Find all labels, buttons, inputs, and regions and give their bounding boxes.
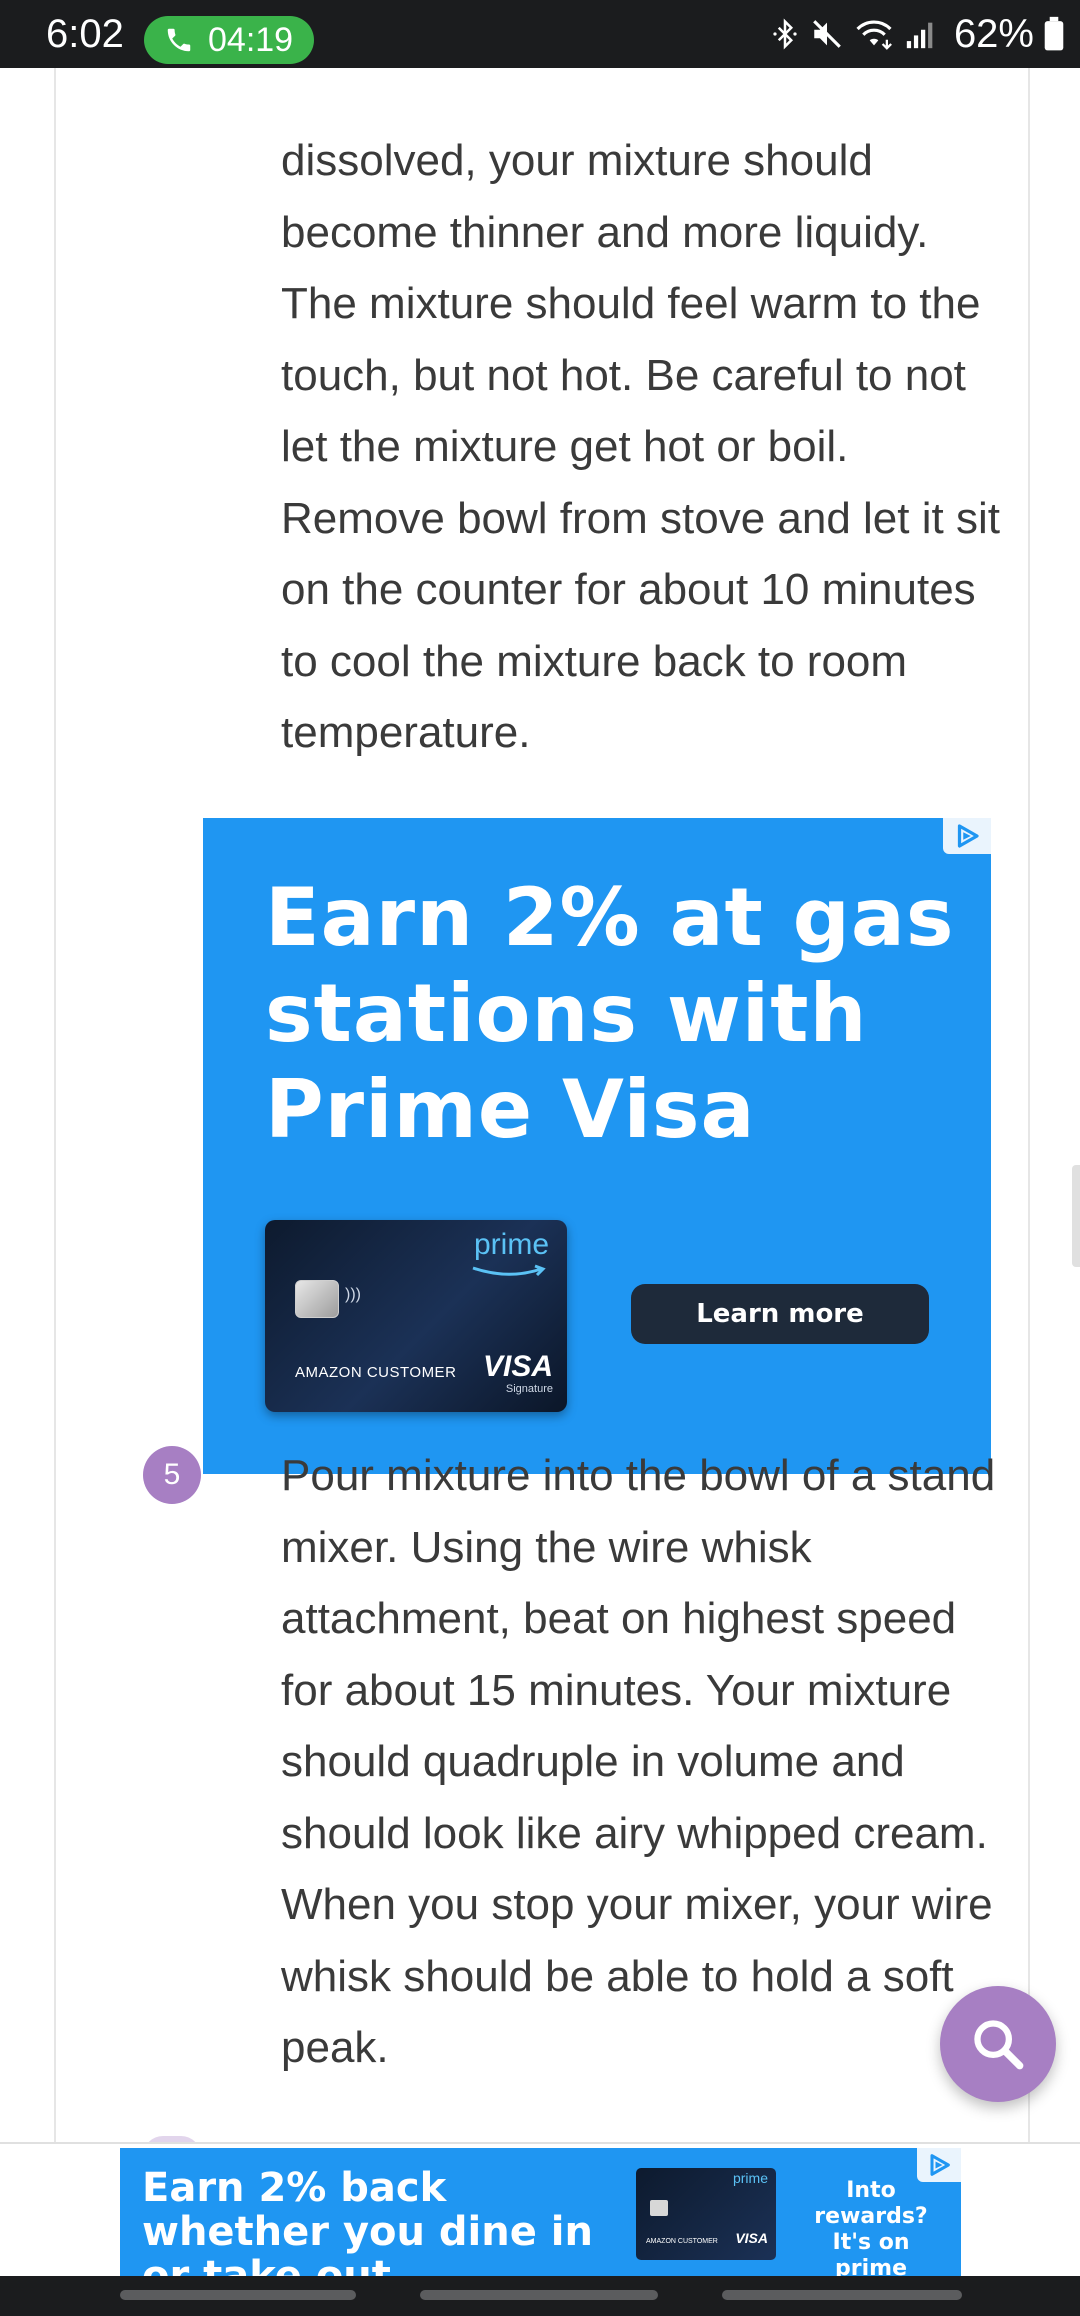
card-chip-icon xyxy=(295,1280,339,1318)
ad-headline: Earn 2% at gas stations with Prime Visa xyxy=(265,871,955,1156)
sticky-ad-tagline: Into rewards? It's on prime xyxy=(796,2178,946,2276)
sticky-ad-headline: Earn 2% back whether you dine in or take… xyxy=(142,2165,593,2276)
nav-recents-button[interactable] xyxy=(120,2290,356,2300)
contactless-icon: ))) xyxy=(345,1286,361,1303)
card-tier: Signature xyxy=(505,1383,553,1395)
search-icon xyxy=(974,2020,1024,2070)
sticky-prime-visa-ad[interactable]: Earn 2% back whether you dine in or take… xyxy=(120,2148,961,2276)
signal-icon xyxy=(906,22,933,49)
status-bar: 6:02 04:19 62% xyxy=(0,0,1080,68)
search-fab-button[interactable] xyxy=(940,1986,1056,2102)
learn-more-button[interactable]: Learn more xyxy=(631,1284,929,1344)
amazon-smile-icon xyxy=(472,1264,546,1277)
edge-panel-handle[interactable] xyxy=(1072,1165,1080,1267)
wifi-icon xyxy=(856,20,892,50)
card-network: VISA xyxy=(482,1350,553,1383)
nav-back-button[interactable] xyxy=(722,2290,962,2300)
card-holder-name: AMAZON CUSTOMER xyxy=(295,1364,457,1381)
nav-home-button[interactable] xyxy=(420,2290,658,2300)
sticky-tagline-2: It's on prime xyxy=(832,2230,910,2276)
sticky-adchoices-icon[interactable] xyxy=(917,2148,961,2182)
battery-percent: 62% xyxy=(953,11,1034,56)
battery-icon xyxy=(1044,16,1064,51)
step-4-text: dissolved, your mixture should become th… xyxy=(281,136,1000,757)
card-brand: prime xyxy=(473,1228,549,1261)
status-icons: 62% xyxy=(770,10,1064,58)
step-number-badge: 5 xyxy=(143,1446,201,1504)
sticky-tagline-1: Into rewards? xyxy=(814,2178,928,2229)
status-time: 6:02 xyxy=(46,12,124,56)
phone-icon xyxy=(167,28,191,52)
mini-card-network: VISA xyxy=(735,2230,768,2246)
bluetooth-icon xyxy=(773,18,797,50)
prime-visa-card-image: prime ))) AMAZON CUSTOMER VISA Signature xyxy=(265,1220,567,1412)
mini-card-image: prime AMAZON CUSTOMER VISA xyxy=(636,2168,776,2260)
step-5-text: Pour mixture into the bowl of a stand mi… xyxy=(281,1451,996,2072)
sticky-ad-bar: Earn 2% back whether you dine in or take… xyxy=(0,2142,1080,2276)
article-content: dissolved, your mixture should become th… xyxy=(54,68,1030,2156)
mini-card-name: AMAZON CUSTOMER xyxy=(646,2238,718,2245)
mute-icon xyxy=(813,20,841,48)
prime-visa-ad[interactable]: Earn 2% at gas stations with Prime Visa … xyxy=(203,818,991,1474)
call-timer: 04:19 xyxy=(208,20,294,59)
ongoing-call-pill[interactable]: 04:19 xyxy=(144,16,314,64)
adchoices-icon[interactable] xyxy=(943,818,991,854)
mini-card-brand: prime xyxy=(732,2170,768,2186)
mini-card-chip-icon xyxy=(650,2200,668,2216)
system-nav-bar xyxy=(0,2276,1080,2316)
